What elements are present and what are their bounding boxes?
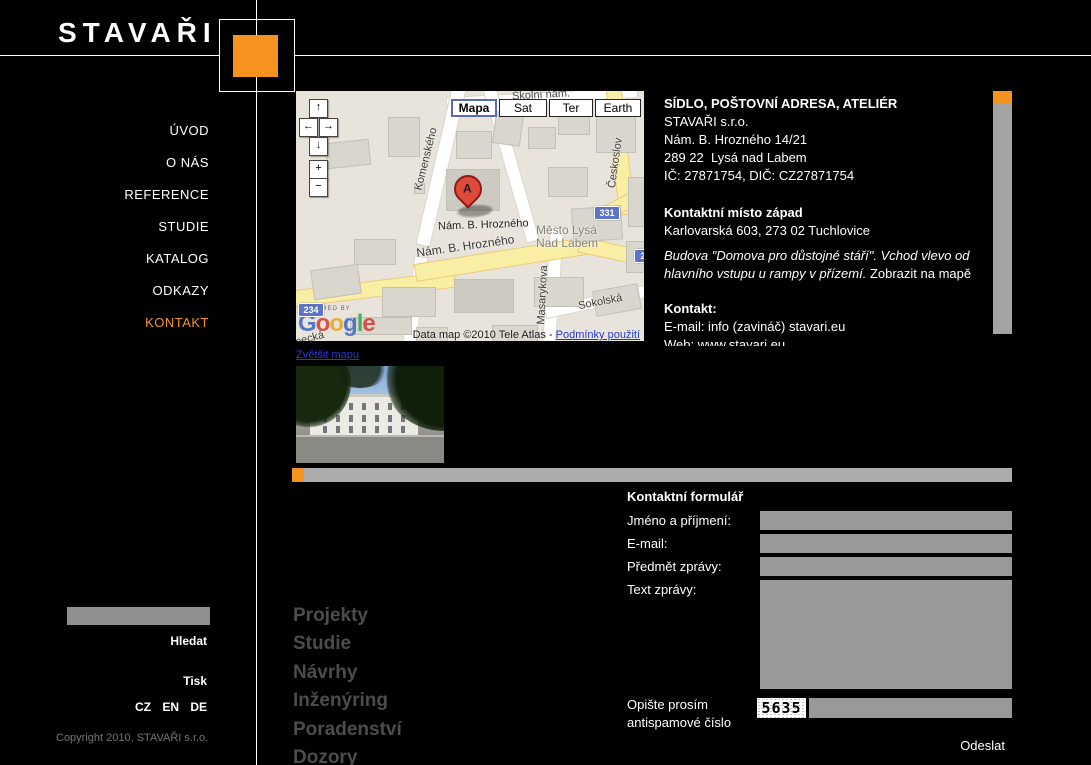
captcha-label-line1: Opište prosím (627, 697, 708, 712)
note-line1: Budova "Domova pro důstojné stáří". Vcho… (664, 247, 990, 265)
nav-item-uvod[interactable]: ÚVOD (0, 123, 209, 155)
sidebar-divider-line (256, 0, 257, 765)
zoom-out-button[interactable]: − (309, 178, 328, 197)
map-building (325, 139, 371, 169)
nav-item-o-nas[interactable]: O NÁS (0, 155, 209, 187)
services-watermark: Projekty Studie Návrhy Inženýring Porade… (293, 602, 402, 765)
lang-de[interactable]: DE (190, 700, 207, 714)
company-name: STAVAŘI s.r.o. (664, 113, 990, 131)
watermark-dozory: Dozory (293, 744, 402, 765)
watermark-projekty: Projekty (293, 602, 402, 630)
enlarge-map-link[interactable]: Zvětšit mapu (296, 349, 359, 361)
nav-item-studie[interactable]: STUDIE (0, 219, 209, 251)
contact-info: SÍDLO, POŠTOVNÍ ADRESA, ATELIÉR STAVAŘI … (664, 88, 990, 346)
west-office-address: Karlovarská 603, 273 02 Tuchlovice (664, 222, 990, 240)
map-building (454, 279, 514, 313)
route-shield-2: 2 (634, 249, 644, 263)
watermark-inzenyring: Inženýring (293, 687, 402, 715)
print-link[interactable]: Tisk (0, 674, 207, 688)
terms-of-use-link[interactable]: Podmínky použití (556, 329, 640, 341)
address-street: Nám. B. Hrozného 14/21 (664, 131, 990, 149)
watermark-studie: Studie (293, 630, 402, 658)
photo-windows-row (314, 426, 414, 433)
map-type-mapa[interactable]: Mapa (451, 99, 497, 117)
west-office-title: Kontaktní místo západ (664, 204, 990, 222)
contact-title: Kontakt: (664, 300, 990, 318)
subject-input[interactable] (760, 557, 1012, 576)
message-label: Text zprávy: (627, 582, 696, 597)
pan-right-button[interactable]: → (319, 118, 338, 137)
zoom-in-button[interactable]: + (309, 160, 328, 179)
watermark-poradenstvi: Poradenství (293, 716, 402, 744)
map-building (628, 177, 644, 227)
lang-cz[interactable]: CZ (135, 700, 151, 714)
form-title: Kontaktní formulář (627, 489, 743, 504)
nav-item-reference[interactable]: REFERENCE (0, 187, 209, 219)
map-building (456, 131, 492, 159)
nav-item-odkazy[interactable]: ODKAZY (0, 283, 209, 315)
map-building (528, 127, 556, 149)
map-type-ter[interactable]: Ter (549, 99, 593, 117)
email-label: E-mail: (627, 536, 667, 551)
map-type-buttons: Mapa Sat Ter Earth (451, 99, 643, 117)
nav-item-katalog[interactable]: KATALOG (0, 251, 209, 283)
captcha-label-line2: antispamové číslo (627, 715, 731, 730)
message-textarea[interactable] (760, 580, 1012, 689)
route-shield-234: 234 (298, 303, 324, 317)
city-label-line2: Nad Labem (536, 237, 598, 250)
lang-en[interactable]: EN (162, 700, 179, 714)
map-building (354, 239, 396, 265)
map-type-sat[interactable]: Sat (499, 99, 547, 117)
copyright-text: Copyright 2010, STAVAŘI s.r.o. (56, 732, 208, 744)
map-building (382, 287, 436, 317)
map-building (388, 117, 420, 157)
pan-up-button[interactable]: ↑ (309, 99, 328, 118)
pan-left-button[interactable]: ← (299, 118, 318, 137)
divider-orange-square (292, 468, 304, 482)
captcha-image: 5635 (757, 698, 806, 718)
logo[interactable]: STAVAŘI (58, 17, 217, 49)
photo-road (296, 435, 444, 463)
email-line: E-mail: info (zavináč) stavari.eu (664, 318, 990, 336)
email-input[interactable] (760, 534, 1012, 553)
note-line2: hlavního vstupu u rampy v přízemí. Zobra… (664, 265, 990, 283)
language-switcher: CZ EN DE (0, 700, 207, 714)
scrollbar-orange-cap (993, 91, 1012, 103)
captcha-input[interactable] (809, 698, 1012, 718)
search-button[interactable]: Hledat (0, 634, 207, 648)
name-input[interactable] (760, 511, 1012, 530)
route-shield-331: 331 (594, 206, 620, 220)
company-ids: IČ: 27871754, DIČ: CZ27871754 (664, 167, 990, 185)
web-line: Web: www.stavari.eu (664, 336, 990, 346)
contact-info-title: SÍDLO, POŠTOVNÍ ADRESA, ATELIÉR (664, 95, 990, 113)
map-type-earth[interactable]: Earth (595, 99, 641, 117)
map-building (548, 167, 588, 197)
address-city: 289 22 Lysá nad Labem (664, 149, 990, 167)
header-divider-line (0, 55, 1091, 56)
divider-grey-bar (304, 468, 1012, 482)
google-map-canvas[interactable]: Školní nám. Komenského Českoslov Nám. B.… (296, 91, 644, 341)
search-input[interactable] (67, 607, 210, 625)
page-root: STAVAŘI ÚVOD O NÁS REFERENCE STUDIE KATA… (0, 0, 1091, 765)
pan-down-button[interactable]: ↓ (309, 137, 328, 156)
submit-button[interactable]: Odeslat (905, 738, 1005, 753)
content-scrollbar[interactable] (993, 91, 1012, 334)
nav-item-kontakt[interactable]: KONTAKT (0, 315, 209, 347)
map-attribution: Data map ©2010 Tele Atlas - Podmínky pou… (413, 329, 640, 341)
name-label: Jméno a příjmení: (627, 513, 731, 528)
show-on-map-link[interactable]: Zobrazit na mapě (870, 266, 971, 281)
logo-orange-square (233, 35, 278, 77)
subject-label: Předmět zprávy: (627, 559, 722, 574)
main-nav: ÚVOD O NÁS REFERENCE STUDIE KATALOG ODKA… (0, 123, 209, 347)
street-label-nam-hrozneho-1: Nám. B. Hrozného (438, 217, 529, 232)
watermark-navrhy: Návrhy (293, 659, 402, 687)
building-photo[interactable] (296, 366, 444, 463)
